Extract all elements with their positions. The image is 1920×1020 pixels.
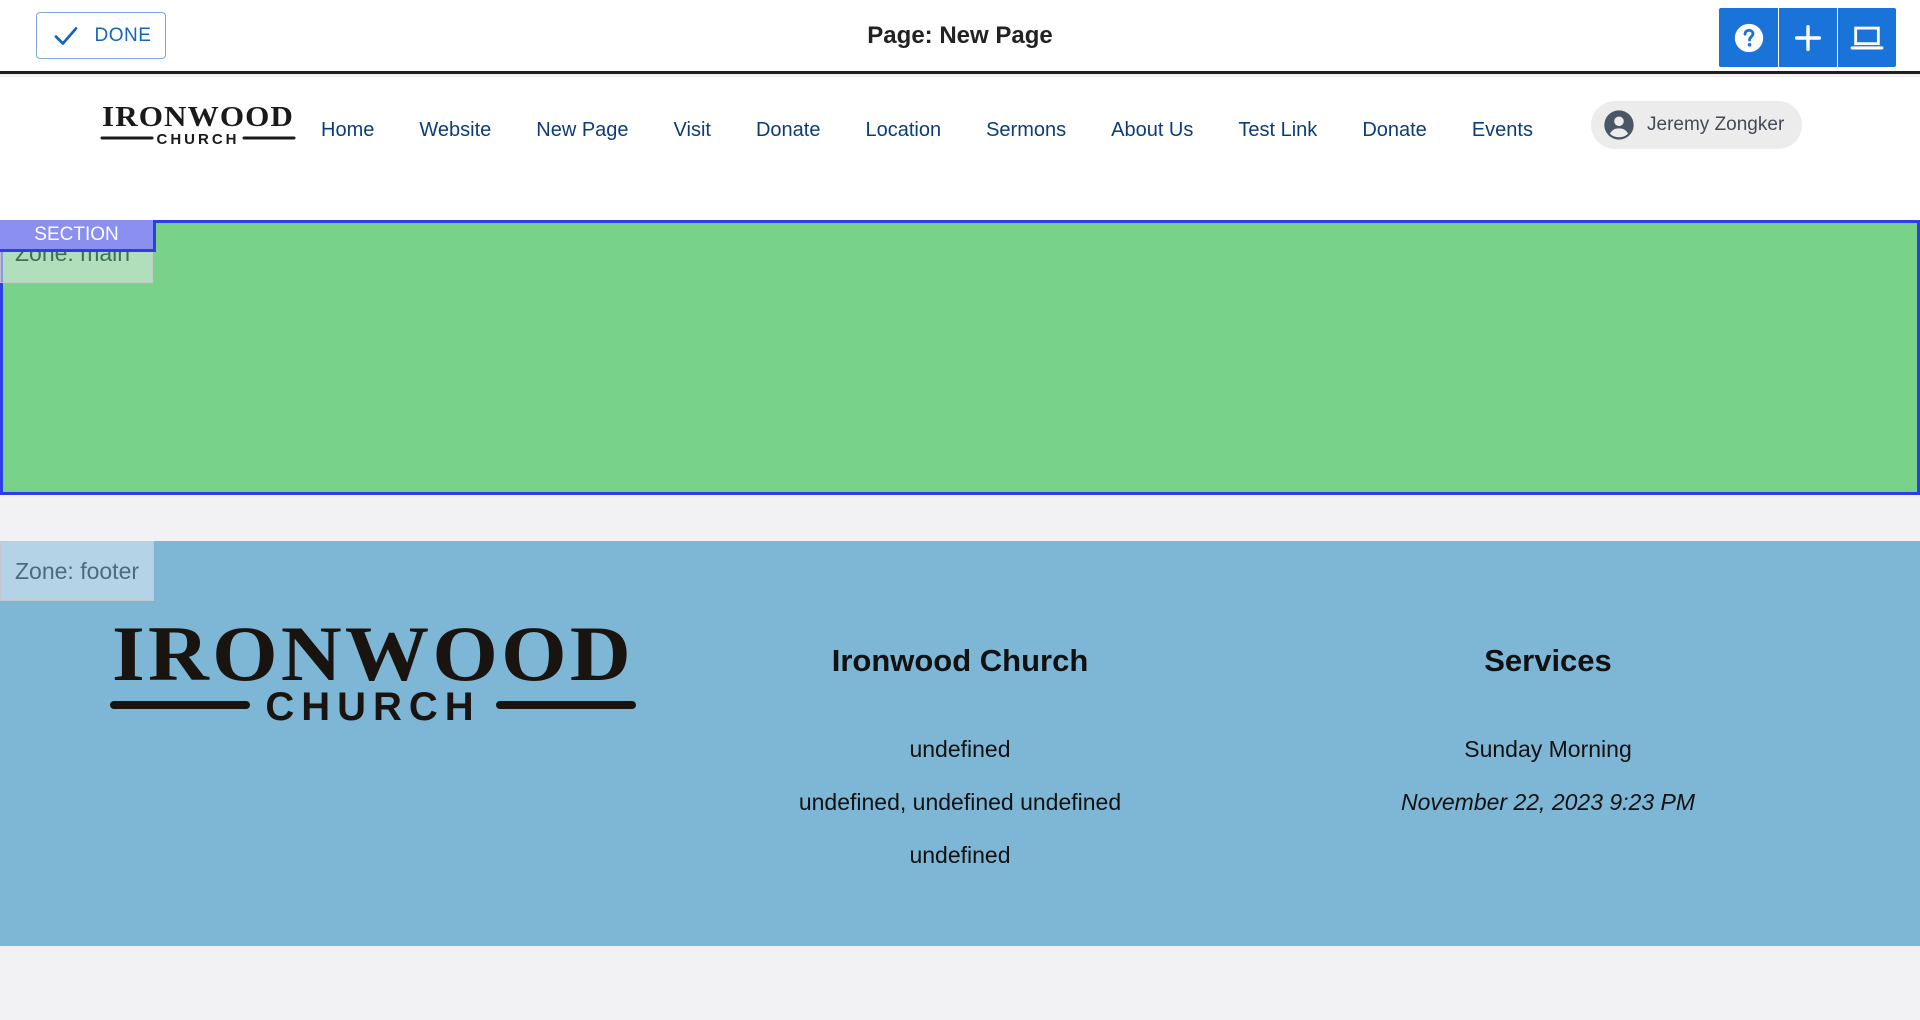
nav-link-events[interactable]: Events: [1472, 105, 1533, 155]
nav-links: Home Website New Page Visit Donate Locat…: [321, 105, 1533, 155]
nav-link-website[interactable]: Website: [419, 105, 491, 155]
logo-line1: IRONWOOD: [102, 101, 294, 133]
nav-link-location[interactable]: Location: [865, 105, 941, 155]
editor-toolbar: DONE Page: New Page: [0, 0, 1920, 74]
nav-link-donate-2[interactable]: Donate: [1362, 105, 1427, 155]
preview-button[interactable]: [1837, 8, 1896, 67]
church-address-line3: undefined: [909, 842, 1011, 868]
zone-main[interactable]: Zone: main SECTION: [0, 220, 1920, 495]
nav-link-sermons[interactable]: Sermons: [986, 105, 1066, 155]
footer-services: Services Sunday Morning November 22, 202…: [1346, 641, 1750, 829]
nav-link-test-link[interactable]: Test Link: [1238, 105, 1317, 155]
church-heading: Ironwood Church: [831, 643, 1089, 678]
account-circle-icon: [1604, 110, 1634, 140]
service-datetime: November 22, 2023 9:23 PM: [1400, 789, 1696, 815]
footer-logo-line2: CHURCH: [265, 685, 480, 724]
add-icon: [1794, 24, 1822, 51]
service-name: Sunday Morning: [1464, 736, 1632, 762]
user-menu[interactable]: Jeremy Zongker: [1591, 101, 1802, 149]
nav-link-home[interactable]: Home: [321, 105, 374, 155]
nav-link-new-page[interactable]: New Page: [536, 105, 628, 155]
add-button[interactable]: [1778, 8, 1837, 67]
zone-footer-label: Zone: footer: [0, 541, 155, 601]
user-name: Jeremy Zongker: [1647, 114, 1785, 135]
footer-church-info: Ironwood Church undefined undefined, und…: [758, 641, 1162, 882]
nav-link-donate[interactable]: Donate: [756, 105, 821, 155]
section-tag[interactable]: SECTION: [0, 220, 156, 252]
editor-tool-group: [1719, 8, 1896, 67]
logo-line2: CHURCH: [157, 131, 240, 147]
services-heading: Services: [1484, 643, 1612, 678]
help-icon: [1734, 23, 1763, 52]
church-address-line1: undefined: [909, 736, 1011, 762]
help-button[interactable]: [1719, 8, 1778, 67]
nav-link-about-us[interactable]: About Us: [1111, 105, 1193, 155]
page-title: Page: New Page: [867, 22, 1053, 49]
footer-church-logo: IRONWOOD CHURCH: [110, 614, 636, 724]
nav-link-visit[interactable]: Visit: [674, 105, 711, 155]
church-logo[interactable]: IRONWOOD CHURCH: [100, 101, 296, 147]
zone-footer[interactable]: Zone: footer IRONWOOD CHURCH Ironwood Ch…: [0, 541, 1920, 946]
laptop-icon: [1850, 26, 1884, 49]
site-navigation: IRONWOOD CHURCH Home Website New Page Vi…: [0, 77, 1920, 220]
church-address-line2: undefined, undefined undefined: [798, 789, 1122, 815]
